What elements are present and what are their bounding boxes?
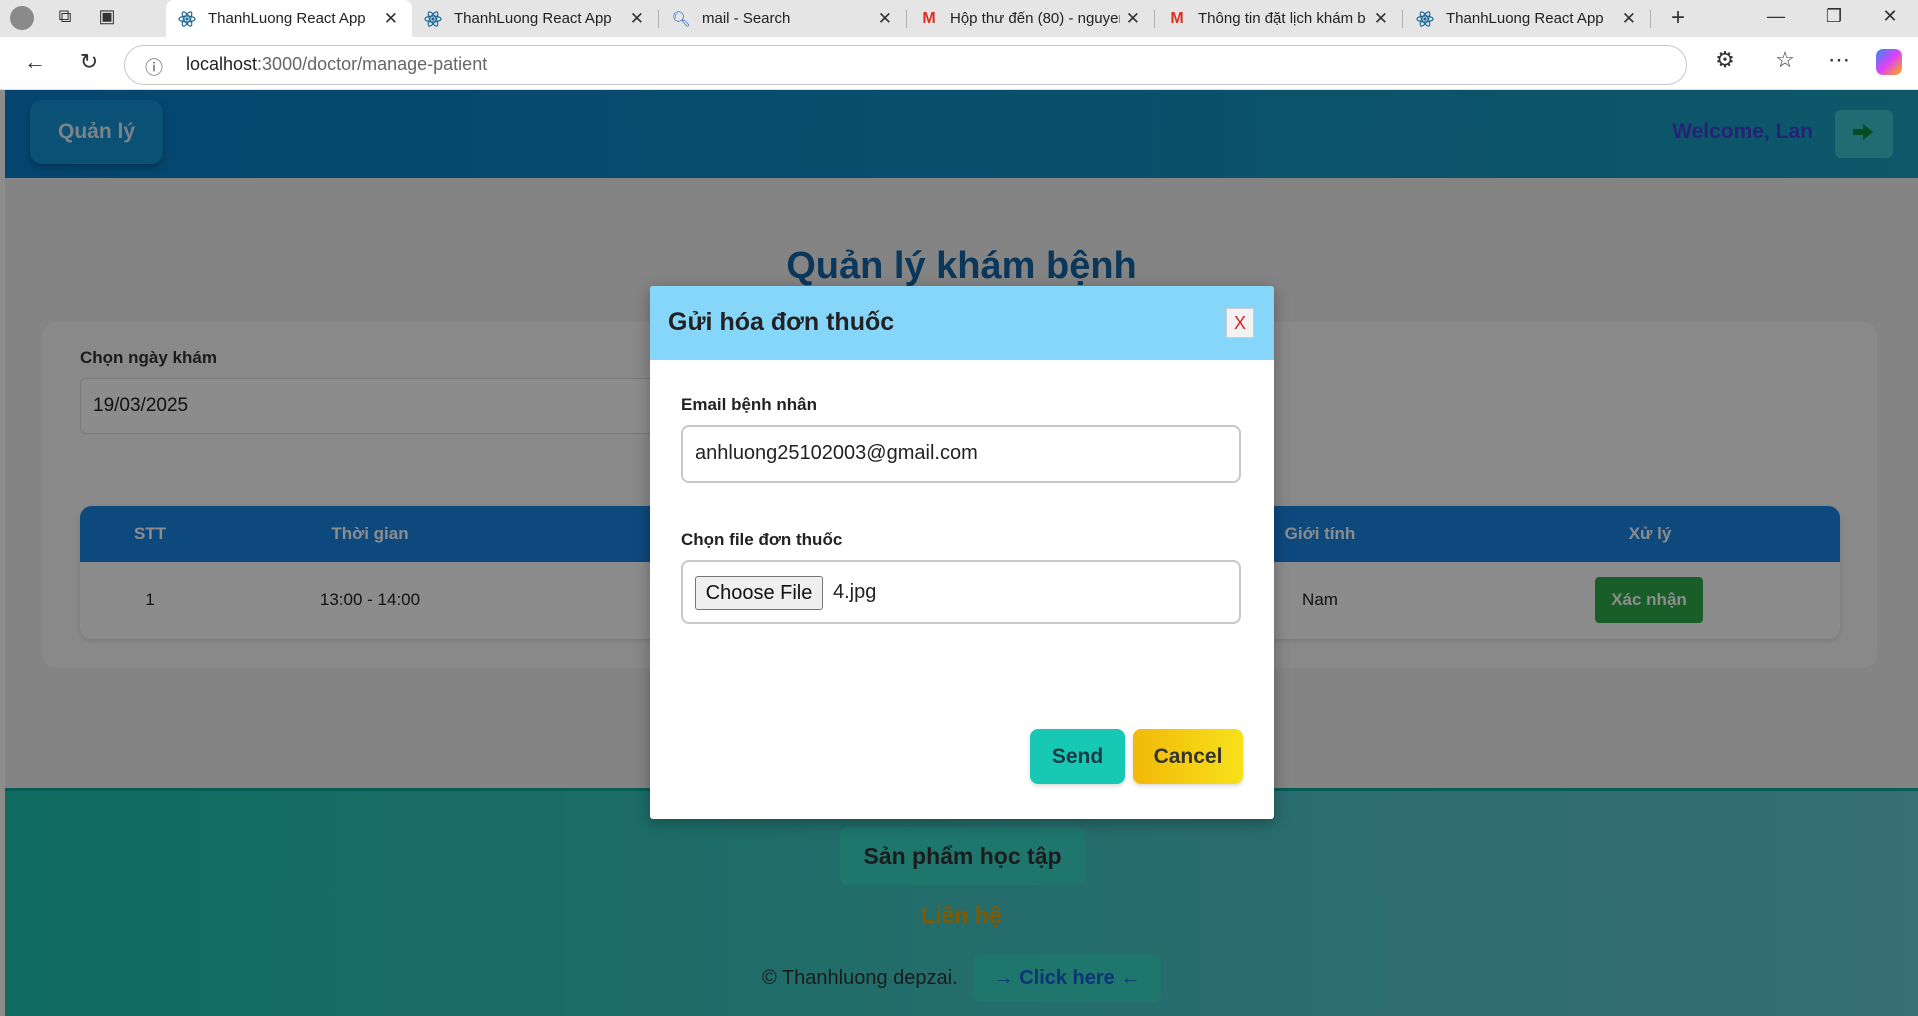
email-field[interactable]: anhluong25102003@gmail.com [681,425,1241,483]
gmail-icon: M [1170,9,1184,27]
browser-tab[interactable]: ThanhLuong React App ✕ [166,0,412,37]
react-icon [178,10,196,28]
modal-header: Gửi hóa đơn thuốc X [650,286,1274,360]
search-icon: 🔍︎ [671,10,691,28]
url-path: :3000/doctor/manage-patient [257,54,488,74]
window-close-icon[interactable]: ✕ [1876,6,1904,27]
file-label: Chọn file đơn thuốc [681,530,843,549]
tab-separator [658,10,659,28]
tab-separator [1650,10,1651,28]
extensions-icon[interactable]: ⚙ [1710,47,1740,73]
tab-title: Hộp thư đến (80) - nguyen [950,10,1120,27]
url-text: localhost:3000/doctor/manage-patient [186,54,487,75]
vertical-tabs-icon[interactable]: ▣ [96,6,118,27]
tab-close-icon[interactable]: ✕ [1622,9,1636,29]
selected-file-name: 4.jpg [833,581,877,603]
new-tab-icon[interactable]: + [1664,4,1692,32]
file-input: Choose File 4.jpg [681,560,1241,624]
choose-file-button[interactable]: Choose File [695,576,823,610]
modal-close-button[interactable]: X [1226,308,1254,338]
gmail-icon: M [922,9,936,27]
browser-tab[interactable]: ThanhLuong React App ✕ [1404,0,1650,37]
react-icon [424,10,442,28]
send-button[interactable]: Send [1030,729,1125,784]
tab-close-icon[interactable]: ✕ [384,9,398,29]
cancel-button[interactable]: Cancel [1133,729,1243,784]
reload-icon[interactable]: ↻ [74,49,104,75]
browser-tab[interactable]: ThanhLuong React App ✕ [412,0,658,37]
minimize-icon[interactable]: — [1762,6,1790,27]
more-icon[interactable]: ⋯ [1824,47,1854,73]
email-label: Email bệnh nhân [681,395,818,414]
tab-title: ThanhLuong React App [208,10,366,27]
react-icon [1416,10,1434,28]
workspaces-icon[interactable]: ⧉ [54,6,76,27]
copilot-icon[interactable] [1876,49,1902,75]
url-host: localhost [186,54,258,74]
tab-separator [1154,10,1155,28]
browser-tab-bar: ⧉ ▣ ThanhLuong React App ✕ ThanhLuong Re… [0,0,1918,37]
browser-tab[interactable]: M Thông tin đặt lịch khám b ✕ [1156,0,1402,37]
profile-avatar[interactable] [10,6,34,30]
tab-close-icon[interactable]: ✕ [1374,9,1388,29]
back-icon[interactable]: ← [20,49,50,75]
tab-title: mail - Search [702,10,791,27]
tab-separator [906,10,907,28]
tab-title: ThanhLuong React App [1446,10,1604,27]
tab-close-icon[interactable]: ✕ [630,9,644,29]
favorites-icon[interactable]: ☆ [1770,47,1800,73]
send-prescription-modal: Gửi hóa đơn thuốc X Email bệnh nhân anhl… [650,286,1274,819]
browser-tab[interactable]: 🔍︎ mail - Search ✕ [660,0,906,37]
tab-close-icon[interactable]: ✕ [1126,9,1140,29]
tab-close-icon[interactable]: ✕ [878,9,892,29]
tab-title: ThanhLuong React App [454,10,612,27]
browser-tab[interactable]: M Hộp thư đến (80) - nguyen ✕ [908,0,1154,37]
site-info-icon[interactable]: ⓘ [145,54,163,80]
restore-icon[interactable]: ❐ [1820,6,1848,27]
tab-separator [1402,10,1403,28]
modal-title: Gửi hóa đơn thuốc [668,308,895,336]
tab-title: Thông tin đặt lịch khám b [1198,10,1366,27]
